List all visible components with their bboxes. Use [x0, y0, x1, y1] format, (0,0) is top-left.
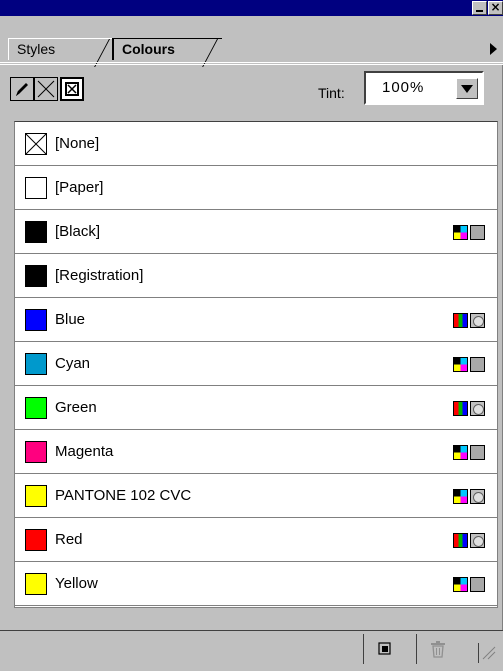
trash-icon — [430, 641, 445, 658]
resize-grip-icon[interactable] — [478, 643, 498, 663]
palette-footer — [0, 630, 503, 671]
close-button[interactable]: × — [488, 1, 503, 15]
palette-menu-arrow-icon[interactable] — [486, 38, 500, 60]
tab-colours-label: Colours — [122, 41, 175, 57]
swatch-name: PANTONE 102 CVC — [55, 487, 192, 504]
swatch-color — [25, 441, 47, 463]
swatch-name: [None] — [55, 135, 100, 152]
swatch-row[interactable]: PANTONE 102 CVC — [15, 474, 497, 518]
process-colour-icon — [470, 357, 485, 372]
swatch-row[interactable]: [None] — [15, 122, 497, 166]
swatch-name: [Black] — [55, 223, 101, 240]
swatch-color — [25, 573, 47, 595]
tab-colours[interactable]: Colours — [112, 38, 222, 60]
cmyk-model-icon — [453, 225, 468, 240]
new-swatch-icon — [377, 642, 391, 655]
tint-select[interactable]: 100% — [364, 71, 484, 105]
spot-colour-icon — [470, 313, 485, 328]
tab-styles-label: Styles — [17, 41, 56, 57]
swatch-name: [Paper] — [55, 179, 104, 196]
swatch-name: Blue — [55, 311, 86, 328]
swatch-color — [25, 397, 47, 419]
swatch-color — [25, 353, 47, 375]
tab-styles[interactable]: Styles — [8, 38, 116, 60]
minimize-button[interactable] — [472, 1, 487, 15]
swatch-name: Red — [55, 531, 83, 548]
cmyk-model-icon — [453, 357, 468, 372]
tab-strip: Styles Colours — [0, 16, 503, 64]
swatch-name: Green — [55, 399, 97, 416]
swatch-row[interactable]: Blue — [15, 298, 497, 342]
swatch-row[interactable]: Green — [15, 386, 497, 430]
fill-box-icon[interactable] — [60, 77, 84, 101]
cmyk-model-icon — [453, 445, 468, 460]
swatch-name: Magenta — [55, 443, 114, 460]
swatch-color — [25, 309, 47, 331]
process-colour-icon — [470, 577, 485, 592]
rgb-model-icon — [453, 401, 468, 416]
colours-palette: × Styles Colours Tint: 100% [None] [Pape… — [0, 0, 503, 671]
rgb-model-icon — [453, 533, 468, 548]
swatch-name: [Registration] — [55, 267, 144, 284]
delete-swatch-button[interactable] — [416, 634, 458, 664]
rgb-model-icon — [453, 313, 468, 328]
swatch-row[interactable]: [Paper] — [15, 166, 497, 210]
swatch-row[interactable]: Red — [15, 518, 497, 562]
swatch-name: Cyan — [55, 355, 91, 372]
swatch-color — [25, 485, 47, 507]
swatch-color — [25, 221, 47, 243]
colour-toolbar: Tint: 100% — [0, 64, 503, 112]
swatch-row[interactable]: [Registration] — [15, 254, 497, 298]
swatch-row[interactable]: Magenta — [15, 430, 497, 474]
tint-value: 100% — [382, 79, 425, 96]
swatch-row[interactable]: [Black] — [15, 210, 497, 254]
swatch-name: Yellow — [55, 575, 98, 592]
cmyk-model-icon — [453, 489, 468, 504]
process-colour-icon — [470, 225, 485, 240]
swatch-color — [25, 265, 47, 287]
title-bar[interactable]: × — [0, 0, 503, 16]
swatch-row[interactable]: Cyan — [15, 342, 497, 386]
swatch-row[interactable]: Yellow — [15, 562, 497, 606]
swatch-color — [25, 177, 47, 199]
cmyk-model-icon — [453, 577, 468, 592]
tint-label: Tint: — [318, 85, 345, 101]
no-color-icon[interactable] — [34, 77, 58, 101]
no-color-swatch-icon — [25, 133, 47, 155]
spot-colour-icon — [470, 401, 485, 416]
spot-colour-icon — [470, 489, 485, 504]
swatch-list: [None] [Paper] [Black] [Registration] Blue Cy… — [14, 121, 498, 608]
tab-divider — [0, 62, 503, 63]
swatch-color — [25, 529, 47, 551]
spot-colour-icon — [470, 533, 485, 548]
pencil-icon[interactable] — [10, 77, 34, 101]
chevron-down-icon[interactable] — [456, 78, 478, 99]
new-swatch-button[interactable] — [363, 634, 405, 664]
process-colour-icon — [470, 445, 485, 460]
